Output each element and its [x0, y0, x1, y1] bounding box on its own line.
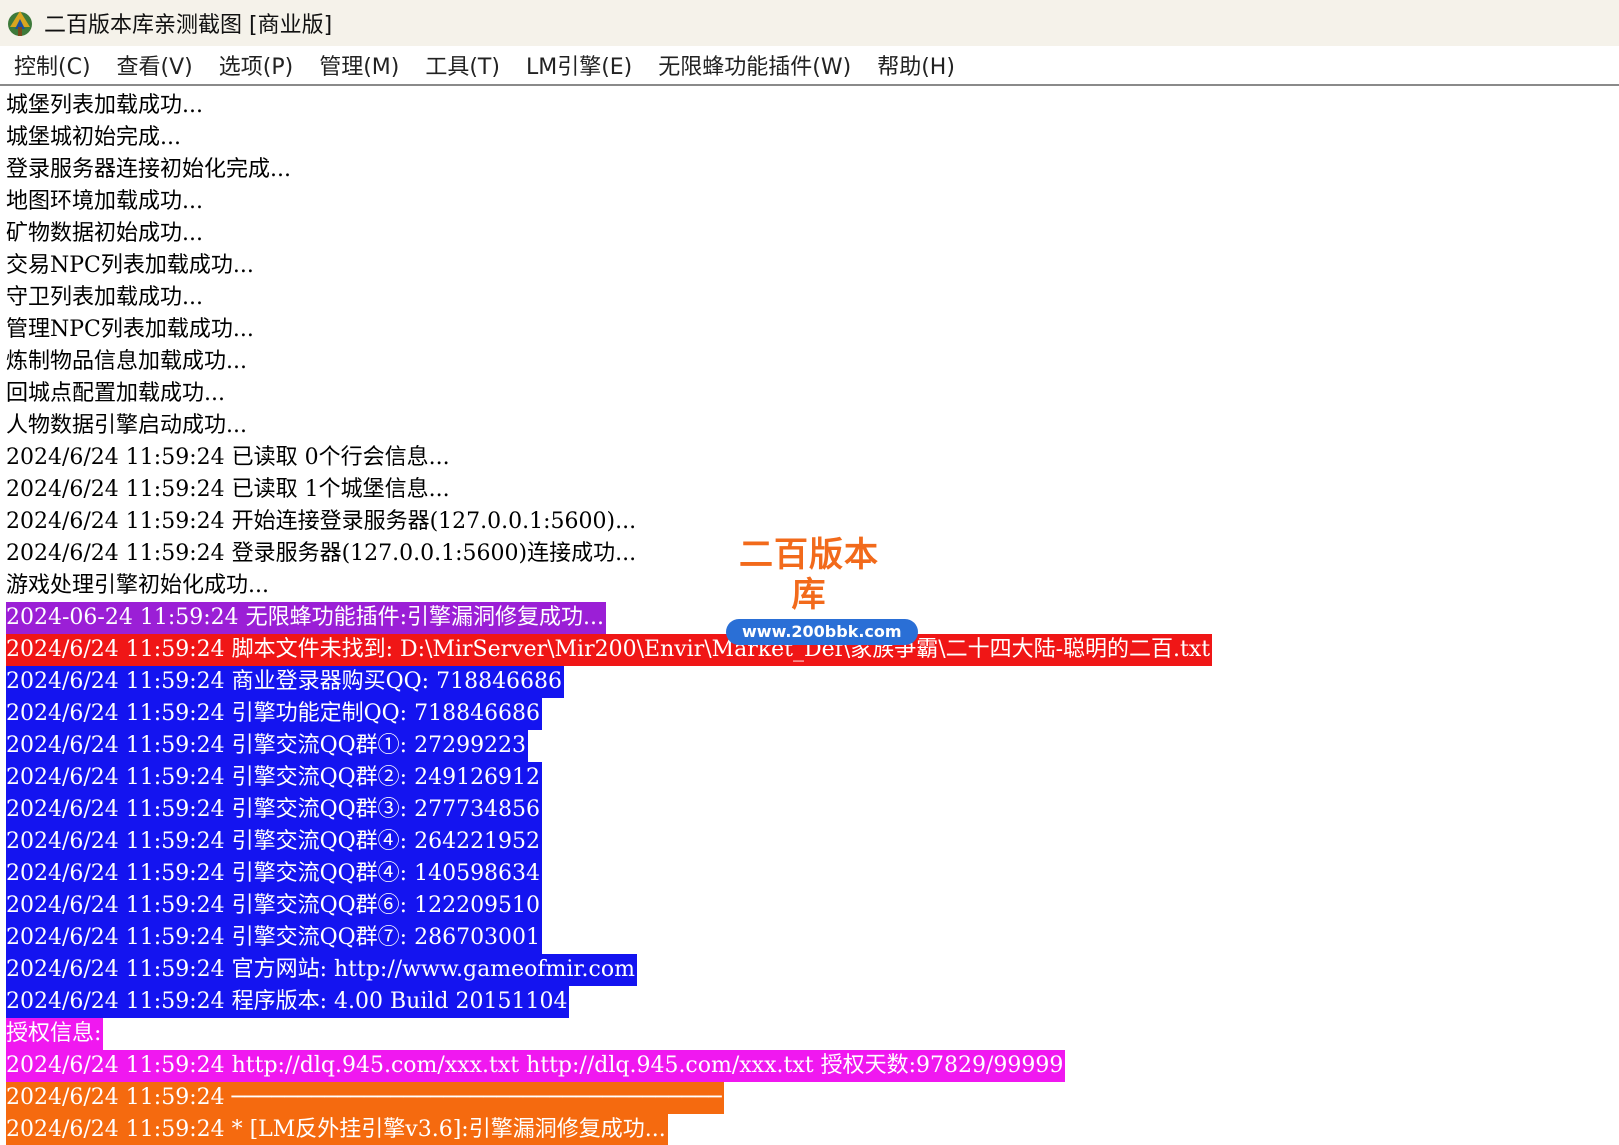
log-line-text: 2024/6/24 11:59:24 http://dlq.945.com/xx…	[6, 1050, 1066, 1082]
log-line: 2024/6/24 11:59:24 引擎交流QQ群⑦: 286703001	[6, 922, 1619, 954]
menu-lm-engine[interactable]: LM引擎(E)	[516, 49, 642, 81]
menu-plugin[interactable]: 无限蜂功能插件(W)	[648, 49, 861, 81]
log-line-text: 人物数据引擎启动成功...	[6, 413, 247, 438]
log-line-text: 2024/6/24 11:59:24 引擎功能定制QQ: 718846686	[6, 698, 543, 730]
log-line: 2024/6/24 11:59:24 http://dlq.945.com/xx…	[6, 1050, 1619, 1082]
log-line-text: 2024/6/24 11:59:24 引擎交流QQ群⑦: 286703001	[6, 922, 543, 954]
log-line: 守卫列表加载成功...	[6, 282, 1619, 314]
log-line: 2024/6/24 11:59:24 ─────────────────────…	[6, 1082, 1619, 1114]
log-line-text: 登录服务器连接初始化完成...	[6, 157, 291, 182]
log-line-text: 2024/6/24 11:59:24 ─────────────────────…	[6, 1082, 724, 1114]
log-line: 2024/6/24 11:59:24 引擎交流QQ群②: 249126912	[6, 762, 1619, 794]
log-line: 城堡城初始完成...	[6, 122, 1619, 154]
log-line-text: 2024/6/24 11:59:24 已读取 0个行会信息...	[6, 445, 450, 470]
log-line-text: 2024/6/24 11:59:24 引擎交流QQ群②: 249126912	[6, 762, 543, 794]
log-line: 人物数据引擎启动成功...	[6, 410, 1619, 442]
log-line-text: 回城点配置加载成功...	[6, 381, 225, 406]
menu-manage[interactable]: 管理(M)	[309, 49, 409, 81]
log-line: 2024/6/24 11:59:24 引擎交流QQ群③: 277734856	[6, 794, 1619, 826]
log-line: 管理NPC列表加载成功...	[6, 314, 1619, 346]
log-line-text: 2024/6/24 11:59:24 官方网站: http://www.game…	[6, 954, 637, 986]
log-line-text: 2024/6/24 11:59:24 引擎交流QQ群③: 277734856	[6, 794, 543, 826]
log-line: 2024/6/24 11:59:24 程序版本: 4.00 Build 2015…	[6, 986, 1619, 1018]
log-line-text: 2024/6/24 11:59:24 程序版本: 4.00 Build 2015…	[6, 986, 570, 1018]
log-line-text: 2024/6/24 11:59:24 商业登录器购买QQ: 718846686	[6, 666, 565, 698]
log-line-text: 炼制物品信息加载成功...	[6, 349, 247, 374]
menu-bar: 控制(C) 查看(V) 选项(P) 管理(M) 工具(T) LM引擎(E) 无限…	[0, 46, 1619, 86]
log-line-text: 管理NPC列表加载成功...	[6, 317, 254, 342]
log-line: 炼制物品信息加载成功...	[6, 346, 1619, 378]
menu-options[interactable]: 选项(P)	[209, 49, 303, 81]
log-line: 2024/6/24 11:59:24 引擎交流QQ群④: 140598634	[6, 858, 1619, 890]
log-line: 交易NPC列表加载成功...	[6, 250, 1619, 282]
log-line: 2024/6/24 11:59:24 商业登录器购买QQ: 718846686	[6, 666, 1619, 698]
log-line-text: 游戏处理引擎初始化成功...	[6, 573, 269, 598]
log-line: 登录服务器连接初始化完成...	[6, 154, 1619, 186]
server-console-window: 二百版本库亲测截图 [商业版] 控制(C) 查看(V) 选项(P) 管理(M) …	[0, 0, 1619, 1145]
log-line-text: 2024-06-24 11:59:24 无限蜂功能插件:引擎漏洞修复成功...	[6, 602, 607, 634]
watermark: 二百版本库 www.200bbk.com	[726, 535, 918, 645]
log-line: 2024/6/24 11:59:24 引擎功能定制QQ: 718846686	[6, 698, 1619, 730]
log-line-text: 2024/6/24 11:59:24 登录服务器(127.0.0.1:5600)…	[6, 541, 637, 566]
log-line: 2024/6/24 11:59:24 引擎交流QQ群①: 27299223	[6, 730, 1619, 762]
log-line: 授权信息:	[6, 1018, 1619, 1050]
log-line-text: 2024/6/24 11:59:24 引擎交流QQ群①: 27299223	[6, 730, 529, 762]
menu-view[interactable]: 查看(V)	[107, 49, 203, 81]
log-line-text: 2024/6/24 11:59:24 * [LM反外挂引擎v3.6]:引擎漏洞修…	[6, 1114, 668, 1145]
title-bar[interactable]: 二百版本库亲测截图 [商业版]	[0, 0, 1619, 46]
log-line-text: 地图环境加载成功...	[6, 189, 203, 214]
log-line-text: 矿物数据初始成功...	[6, 221, 203, 246]
log-line: 回城点配置加载成功...	[6, 378, 1619, 410]
menu-help[interactable]: 帮助(H)	[867, 49, 965, 81]
log-line: 2024/6/24 11:59:24 已读取 1个城堡信息...	[6, 474, 1619, 506]
log-line: 2024/6/24 11:59:24 * [LM反外挂引擎v3.6]:引擎漏洞修…	[6, 1114, 1619, 1145]
log-line-text: 2024/6/24 11:59:24 引擎交流QQ群④: 140598634	[6, 858, 543, 890]
watermark-title: 二百版本库	[739, 535, 879, 615]
log-line-text: 授权信息:	[6, 1018, 104, 1050]
log-line: 矿物数据初始成功...	[6, 218, 1619, 250]
log-line-text: 2024/6/24 11:59:24 脚本文件未找到: D:\MirServer…	[6, 634, 1213, 666]
log-line: 2024/6/24 11:59:24 引擎交流QQ群⑥: 122209510	[6, 890, 1619, 922]
log-line: 城堡列表加载成功...	[6, 90, 1619, 122]
watermark-url: www.200bbk.com	[726, 619, 918, 645]
log-line: 2024/6/24 11:59:24 已读取 0个行会信息...	[6, 442, 1619, 474]
log-line-text: 2024/6/24 11:59:24 已读取 1个城堡信息...	[6, 477, 450, 502]
log-line-text: 城堡列表加载成功...	[6, 93, 203, 118]
log-line-text: 2024/6/24 11:59:24 引擎交流QQ群⑥: 122209510	[6, 890, 543, 922]
app-icon	[8, 11, 32, 36]
menu-tools[interactable]: 工具(T)	[415, 49, 510, 81]
log-line: 地图环境加载成功...	[6, 186, 1619, 218]
log-line: 2024/6/24 11:59:24 开始连接登录服务器(127.0.0.1:5…	[6, 506, 1619, 538]
log-line-text: 交易NPC列表加载成功...	[6, 253, 254, 278]
log-line: 2024/6/24 11:59:24 官方网站: http://www.game…	[6, 954, 1619, 986]
log-line: 2024/6/24 11:59:24 引擎交流QQ群④: 264221952	[6, 826, 1619, 858]
log-line-text: 城堡城初始完成...	[6, 125, 181, 150]
log-line-text: 2024/6/24 11:59:24 引擎交流QQ群④: 264221952	[6, 826, 543, 858]
log-line-text: 2024/6/24 11:59:24 开始连接登录服务器(127.0.0.1:5…	[6, 509, 637, 534]
menu-control[interactable]: 控制(C)	[4, 49, 101, 81]
log-line-text: 守卫列表加载成功...	[6, 285, 203, 310]
window-title: 二百版本库亲测截图 [商业版]	[44, 13, 333, 38]
